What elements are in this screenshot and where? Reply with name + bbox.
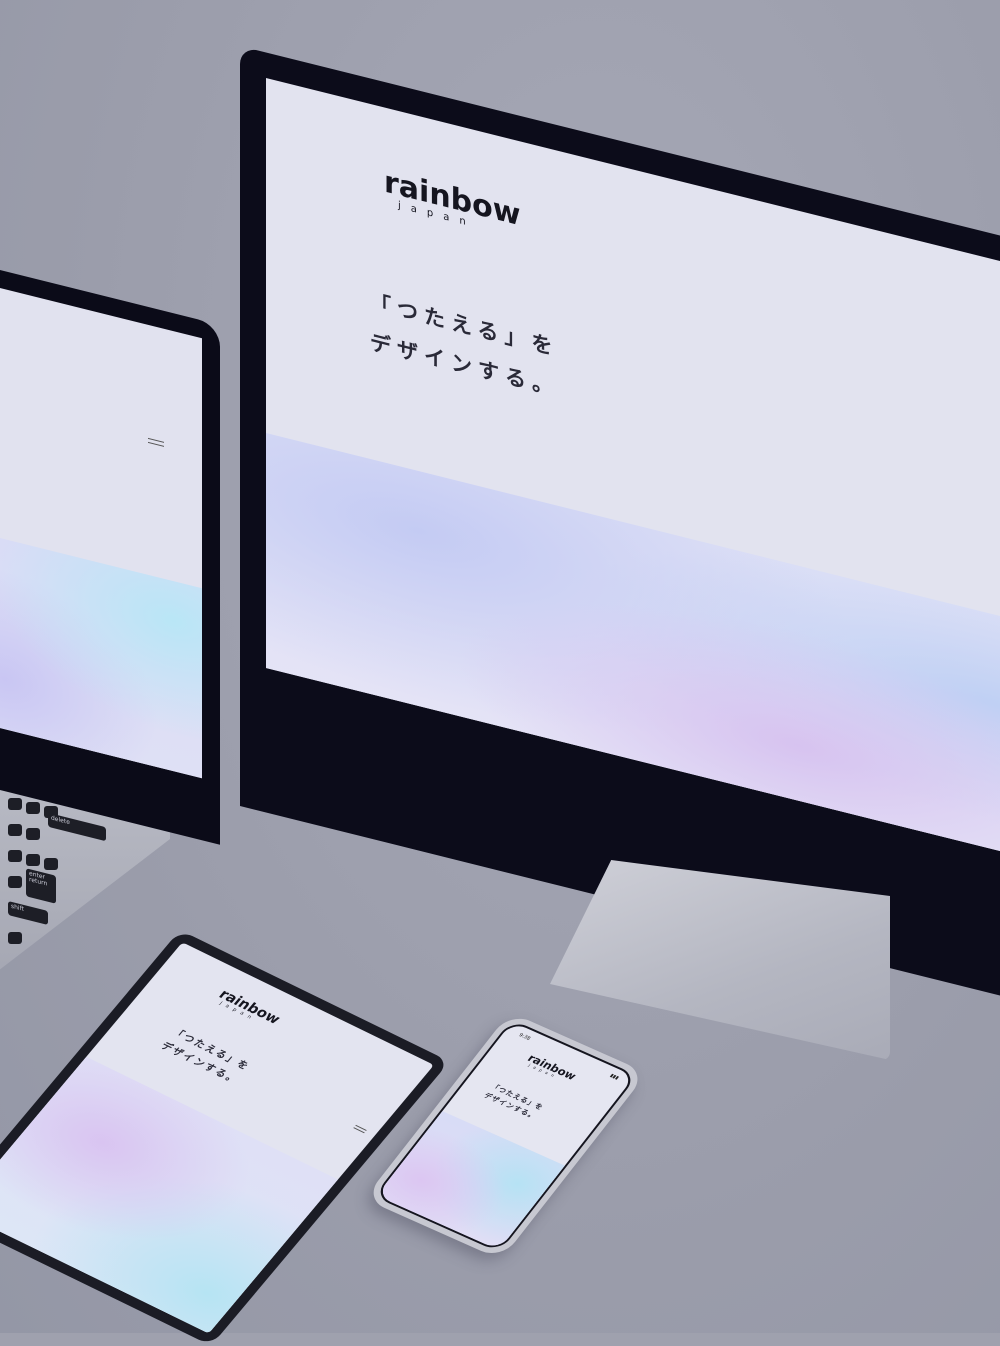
key-shift: shift [8, 901, 48, 925]
key [8, 824, 22, 836]
brand-logo[interactable]: rainbow japan [213, 987, 283, 1031]
key [26, 828, 40, 840]
key-delete: delete [48, 812, 106, 842]
key [8, 932, 22, 944]
key [8, 876, 22, 888]
key-label: shift [11, 902, 24, 913]
key [8, 798, 22, 810]
key-enter: enter return [26, 868, 56, 904]
hero-tagline: 「つたえる」を デザインする。 [156, 1025, 254, 1089]
key [8, 850, 22, 862]
scene-background: rainbow japan 「つたえる」を デザインする。 delete ent… [0, 0, 1000, 1346]
hero-gradient [0, 1056, 338, 1334]
hero-tagline: 「つたえる」を デザインする。 [481, 1082, 546, 1123]
key [26, 854, 40, 866]
tablet: rainbow japan 「つたえる」を デザインする。 [0, 930, 450, 1346]
imac-stand [550, 860, 890, 1060]
status-icons: ▮▮▮ [608, 1072, 620, 1082]
laptop-screen [0, 268, 202, 779]
key [26, 802, 40, 814]
brand-logo[interactable]: rainbow japan [523, 1052, 579, 1086]
status-time: 9:38 [517, 1032, 532, 1042]
hero-gradient [373, 1111, 565, 1253]
brand-logo[interactable]: rainbow japan [384, 164, 520, 241]
hamburger-menu-icon[interactable] [352, 1123, 368, 1135]
key [44, 858, 58, 870]
hamburger-menu-icon[interactable] [148, 435, 164, 450]
key-label: delete [51, 814, 70, 827]
hero-tagline: 「つたえる」を デザインする。 [370, 282, 559, 409]
